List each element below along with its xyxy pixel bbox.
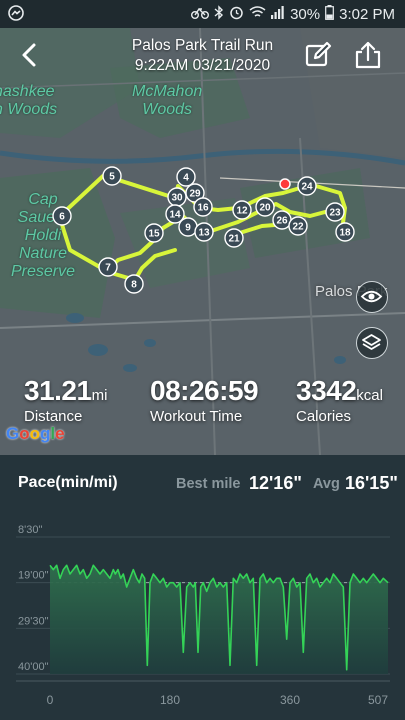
route-marker-5: 5 [102, 166, 122, 186]
route-marker-12: 12 [232, 200, 252, 220]
y-tick-label: 8'30" [18, 524, 42, 536]
svg-text:22: 22 [292, 222, 304, 233]
route-marker-15: 15 [144, 223, 164, 243]
calories-unit: kcal [356, 387, 383, 404]
eye-icon [360, 290, 383, 303]
clock: 3:02 PM [339, 5, 395, 23]
route-marker-9: 9 [178, 217, 198, 237]
x-tick-label: 360 [280, 693, 300, 707]
workout-datetime: 9:22AM 03/21/2020 [134, 57, 271, 74]
route-marker-26: 26 [272, 210, 292, 230]
x-tick-label: 0 [47, 693, 54, 707]
stat-calories: 3342kcal Calories [296, 375, 383, 425]
route-marker-18: 18 [335, 222, 355, 242]
route-marker-30: 30 [167, 187, 187, 207]
distance-value: 31.21 [24, 375, 92, 406]
svg-text:7: 7 [105, 263, 111, 274]
route-marker-4: 4 [176, 167, 196, 187]
distance-unit: mi [91, 387, 108, 404]
route-marker-16: 16 [193, 197, 213, 217]
svg-text:15: 15 [148, 229, 160, 240]
edit-icon [305, 41, 332, 67]
messenger-icon [8, 5, 24, 24]
svg-text:29: 29 [189, 189, 201, 200]
battery-icon [325, 5, 335, 23]
route-marker-23: 23 [325, 202, 345, 222]
stat-distance: 31.21mi Distance [24, 375, 107, 425]
svg-text:9: 9 [185, 223, 191, 234]
calories-label: Calories [296, 408, 352, 425]
svg-text:8: 8 [131, 280, 137, 291]
x-tick-label: 507 [368, 693, 388, 707]
y-tick-label: 29'30" [18, 615, 49, 627]
y-tick-label: 19'00" [18, 570, 49, 582]
svg-text:14: 14 [169, 210, 181, 221]
status-right: 30% 3:02 PM [191, 5, 395, 23]
svg-text:30: 30 [171, 193, 183, 204]
x-tick-label: 180 [160, 693, 180, 707]
route-marker-13: 13 [194, 222, 214, 242]
wifi-icon [249, 6, 266, 22]
svg-text:13: 13 [198, 228, 210, 239]
svg-text:18: 18 [339, 228, 351, 239]
signal-icon [271, 6, 285, 22]
route-map[interactable]: nashkee n Woods McMahon Woods Cap Sauers Ho… [0, 28, 405, 455]
svg-text:23: 23 [329, 208, 341, 219]
pace-panel: Pace(min/mi) Best mile 12'16" Avg 16'15"… [0, 455, 405, 720]
svg-text:20: 20 [259, 203, 271, 214]
route-marker-22: 22 [288, 216, 308, 236]
y-tick-label: 40'00" [18, 661, 49, 673]
workout-title: Palos Park Trail Run [131, 37, 274, 54]
svg-text:5: 5 [109, 172, 115, 183]
pace-chart[interactable]: 8'30" 19'00" 29'30" 40'00" 0 180 360 507 [0, 455, 405, 720]
svg-text:4: 4 [183, 173, 189, 184]
view-toggle-button[interactable] [356, 281, 388, 313]
alarm-icon [229, 5, 244, 23]
status-bar: 30% 3:02 PM [0, 0, 405, 28]
share-button[interactable] [353, 40, 383, 70]
back-button[interactable] [14, 40, 44, 70]
bike-icon [191, 6, 210, 23]
battery-percent: 30% [290, 5, 321, 23]
screen: 30% 3:02 PM nashkee n Woods McMahon Wood… [0, 0, 405, 720]
google-attribution: Google [6, 424, 65, 443]
route-marker-7: 7 [98, 257, 118, 277]
svg-text:24: 24 [301, 182, 313, 193]
distance-label: Distance [24, 408, 83, 425]
share-icon [355, 41, 381, 69]
route-marker-20: 20 [255, 197, 275, 217]
svg-text:26: 26 [276, 216, 288, 227]
svg-text:6: 6 [59, 212, 65, 223]
chevron-left-icon [22, 43, 36, 67]
svg-text:12: 12 [236, 206, 248, 217]
svg-text:16: 16 [197, 203, 209, 214]
svg-text:21: 21 [228, 234, 240, 245]
layers-button[interactable] [356, 327, 388, 359]
workout-time-value: 08:26:59 [150, 375, 259, 406]
edit-button[interactable] [303, 40, 333, 70]
status-left [8, 5, 24, 25]
route-marker-8: 8 [124, 274, 144, 294]
layers-icon [362, 334, 381, 350]
bluetooth-icon [214, 5, 224, 23]
route-marker-21: 21 [224, 228, 244, 248]
calories-value: 3342 [296, 375, 357, 406]
workout-time-label: Workout Time [150, 408, 243, 425]
route-marker-6: 6 [52, 206, 72, 226]
stat-workout-time: 08:26:59 Workout Time [150, 375, 259, 425]
route-marker-24: 24 [297, 176, 317, 196]
